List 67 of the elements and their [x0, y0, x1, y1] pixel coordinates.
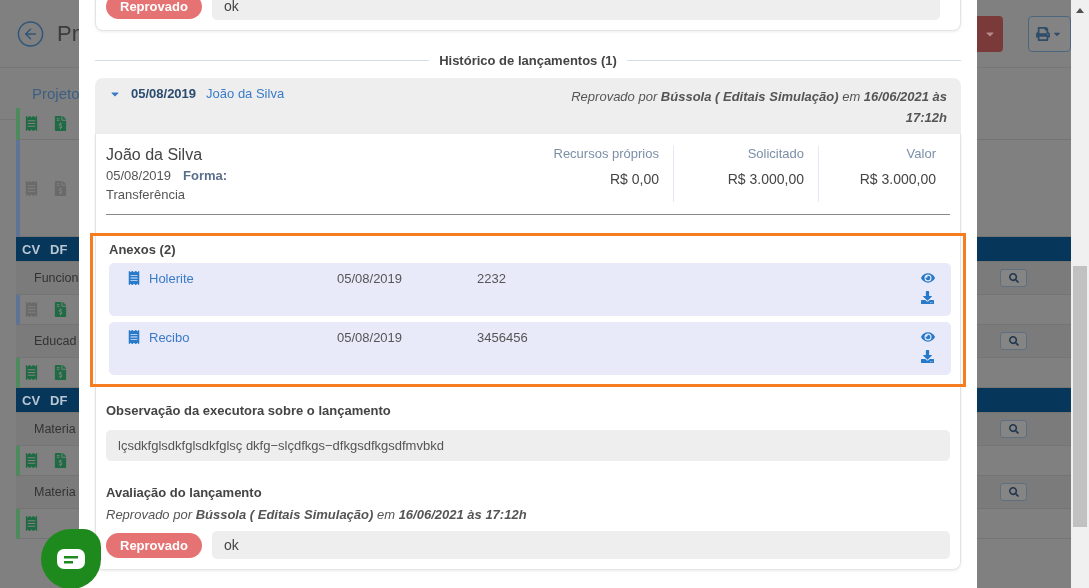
row-label: Educad	[34, 334, 77, 348]
evaluation-note: Reprovado por Bússola ( Editais Simulação) em 16/06/2021 às 17:12h	[106, 507, 527, 522]
invoice-icon[interactable]	[53, 116, 68, 131]
observation-title: Observação da executora sobre o lançamento	[106, 403, 392, 418]
print-button[interactable]	[1027, 15, 1071, 52]
column-code: CV	[22, 392, 41, 408]
search-icon	[1008, 273, 1019, 283]
eye-icon[interactable]	[921, 330, 935, 344]
amount-label: Valor	[906, 146, 936, 161]
column-code: DF	[50, 392, 68, 408]
payment-date: 05/08/2019	[106, 168, 172, 183]
download-icon[interactable]	[921, 291, 935, 304]
search-icon	[1008, 336, 1019, 346]
status-badge: Reprovado	[106, 532, 202, 558]
receipt-icon[interactable]	[24, 365, 39, 380]
section-title: Histórico de lançamentos (1)	[439, 53, 617, 68]
dropdown-button[interactable]	[977, 15, 1003, 52]
column-code: CV	[22, 241, 41, 257]
status-badge: Reprovado	[106, 0, 202, 19]
invoice-icon[interactable]	[53, 365, 68, 380]
attachment-date: 05/08/2019	[337, 330, 404, 345]
back-icon[interactable]	[16, 18, 45, 49]
page-title: Pr	[57, 20, 79, 47]
receipt-icon[interactable]	[24, 116, 39, 131]
entry-date: 05/08/2019	[131, 86, 197, 101]
receipt-icon	[127, 330, 141, 344]
receipt-icon[interactable]	[24, 453, 39, 468]
amount-label: Recursos próprios	[553, 146, 659, 161]
eye-icon[interactable]	[921, 271, 935, 285]
scrollbar[interactable]	[1071, 0, 1089, 588]
download-icon[interactable]	[921, 350, 935, 363]
amount-value: R$ 3.000,00	[727, 171, 804, 187]
invoice-icon[interactable]	[53, 302, 68, 317]
accordion-header[interactable]: 05/08/2019 João da Silva Reprovado por Bússola ( Editais Simulação) em 16/06/2021 às 17:12h	[95, 78, 961, 134]
amount-value: R$ 3.000,00	[859, 171, 936, 187]
attachment-link[interactable]: Recibo	[149, 330, 337, 345]
search-icon	[1008, 487, 1019, 497]
comment-field: ok	[211, 0, 940, 20]
search-button[interactable]	[1000, 269, 1027, 287]
payment-form: Transferência	[106, 187, 186, 202]
attachment-number: 2232	[477, 271, 507, 286]
print-icon	[1036, 26, 1051, 41]
search-button[interactable]	[1000, 483, 1027, 501]
receipt-icon[interactable]	[24, 516, 39, 531]
chat-icon	[56, 548, 86, 570]
row-label: Materia	[34, 422, 76, 436]
column-code: DF	[50, 241, 68, 257]
comment-field: ok	[211, 531, 950, 559]
status-note: Reprovado por Bússola ( Editais Simulação) em 16/06/2021 às 17:12h	[570, 88, 947, 127]
row-label: Materia	[34, 485, 76, 499]
evaluation-title: Avaliação do lançamento	[106, 485, 263, 500]
invoice-icon[interactable]	[53, 453, 68, 468]
receipt-icon	[127, 271, 141, 285]
attachments-title: Anexos (2)	[109, 242, 177, 257]
form-label: Forma:	[183, 168, 228, 183]
observation-field: lçsdkfglsdkfglsdkfglsç dkfg−slçdfkgs−dfkgsdfkgsdfmvbkd	[106, 430, 950, 461]
search-button[interactable]	[1000, 332, 1027, 350]
search-button[interactable]	[1000, 420, 1027, 438]
entry-name-link[interactable]: João da Silva	[206, 86, 285, 101]
attachment-date: 05/08/2019	[337, 271, 404, 286]
attachment-link[interactable]: Holerite	[149, 271, 337, 286]
amount-value: R$ 0,00	[609, 171, 659, 187]
search-icon	[1008, 424, 1019, 434]
attachment-number: 3456456	[477, 330, 529, 345]
amount-label: Solicitado	[747, 146, 804, 161]
payee-name: João da Silva	[106, 146, 204, 164]
row-label: Funcion	[34, 271, 79, 285]
